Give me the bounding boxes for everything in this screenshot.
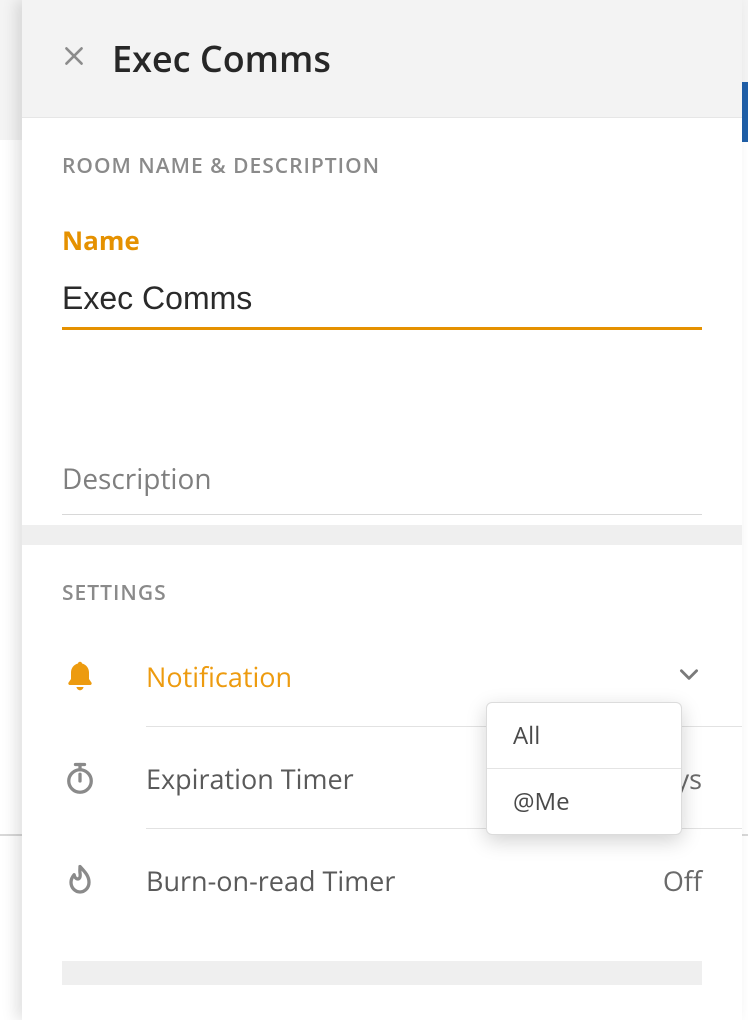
setting-value-burn: Off bbox=[663, 862, 702, 899]
close-button[interactable] bbox=[58, 43, 90, 75]
section-gap-bottom bbox=[62, 961, 702, 985]
room-name-description-section: ROOM NAME & DESCRIPTION Name Description bbox=[22, 118, 742, 525]
app-backdrop: Exec Comms ROOM NAME & DESCRIPTION Name … bbox=[0, 0, 748, 1020]
room-name-input[interactable] bbox=[62, 276, 702, 330]
section-gap bbox=[22, 525, 742, 545]
dropdown-option-all[interactable]: All bbox=[487, 703, 681, 768]
setting-label-burn: Burn-on-read Timer bbox=[146, 862, 663, 899]
stopwatch-icon bbox=[62, 760, 146, 796]
name-field-label: Name bbox=[62, 222, 702, 258]
setting-row-burn[interactable]: Burn-on-read Timer Off bbox=[62, 829, 702, 931]
room-description-input[interactable]: Description bbox=[62, 460, 702, 515]
room-settings-panel: Exec Comms ROOM NAME & DESCRIPTION Name … bbox=[22, 0, 742, 1020]
close-icon bbox=[61, 43, 87, 74]
notification-dropdown: All @Me bbox=[486, 702, 682, 835]
chevron-down-icon bbox=[676, 661, 702, 692]
panel-title: Exec Comms bbox=[112, 34, 331, 83]
section-heading-settings: SETTINGS bbox=[62, 579, 702, 607]
dropdown-option-me[interactable]: @Me bbox=[487, 768, 681, 834]
section-heading-room: ROOM NAME & DESCRIPTION bbox=[62, 152, 702, 180]
bell-icon bbox=[62, 658, 146, 694]
panel-header: Exec Comms bbox=[22, 0, 742, 118]
setting-label-notification: Notification bbox=[146, 658, 662, 695]
fire-icon bbox=[62, 862, 146, 898]
